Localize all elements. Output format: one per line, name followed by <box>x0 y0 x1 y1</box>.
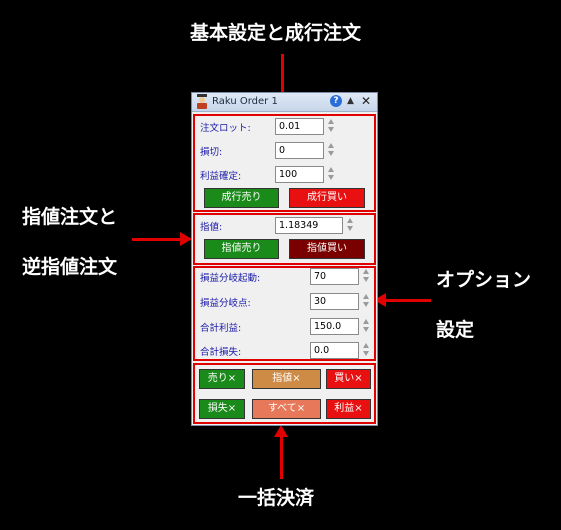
close-sells-button[interactable]: 売り× <box>199 369 245 389</box>
total-profit-input[interactable]: 150.0 <box>310 318 359 335</box>
limit-price-label: 指値: <box>200 222 223 233</box>
market-sell-button[interactable]: 成行売り <box>204 188 279 208</box>
total-loss-label: 合計損失: <box>200 347 242 358</box>
trail-start-input[interactable]: 70 <box>310 268 359 285</box>
lot-spinner[interactable] <box>327 118 336 134</box>
trail-point-spinner[interactable] <box>362 293 371 309</box>
close-limits-button[interactable]: 指値× <box>252 369 321 389</box>
trail-point-input[interactable]: 30 <box>310 293 359 310</box>
stop-loss-label: 損切: <box>200 147 223 158</box>
total-profit-spinner[interactable] <box>362 318 371 334</box>
limit-price-input[interactable]: 1.18349 <box>275 217 343 234</box>
close-buys-button[interactable]: 買い× <box>326 369 371 389</box>
raku-order-window: Raku Order 1 ? ▲ ✕ 注文ロット: 0.01 損切: 0 利益確… <box>191 92 378 426</box>
lot-label: 注文ロット: <box>200 123 251 134</box>
trail-start-spinner[interactable] <box>362 268 371 284</box>
close-losses-button[interactable]: 損失× <box>199 399 245 419</box>
total-loss-spinner[interactable] <box>362 342 371 358</box>
help-icon[interactable]: ? <box>330 95 342 107</box>
stop-loss-input[interactable]: 0 <box>275 142 324 159</box>
annotation-option-2: 設定 <box>436 319 475 341</box>
lot-input[interactable]: 0.01 <box>275 118 324 135</box>
limit-buy-button[interactable]: 指値買い <box>289 239 365 259</box>
take-profit-label: 利益確定: <box>200 171 242 182</box>
close-icon[interactable]: ✕ <box>361 94 371 108</box>
limit-sell-button[interactable]: 指値売り <box>204 239 279 259</box>
trail-point-label: 損益分岐点: <box>200 298 251 309</box>
take-profit-spinner[interactable] <box>327 166 336 182</box>
market-buy-button[interactable]: 成行買い <box>289 188 365 208</box>
arrow-option <box>385 299 431 302</box>
annotation-bulk: 一括決済 <box>238 487 315 509</box>
arrow-limit <box>132 238 182 241</box>
annotation-limit-2: 逆指値注文 <box>22 256 118 278</box>
close-profits-button[interactable]: 利益× <box>326 399 371 419</box>
title-bar[interactable]: Raku Order 1 ? ▲ ✕ <box>192 93 377 112</box>
annotation-option-1: オプション <box>436 269 532 291</box>
minimize-up-icon[interactable]: ▲ <box>347 96 354 106</box>
arrow-bulk-head <box>274 425 288 437</box>
annotation-limit-1: 指値注文と <box>22 206 118 228</box>
trail-start-label: 損益分岐起動: <box>200 273 261 284</box>
window-title: Raku Order 1 <box>212 96 278 107</box>
limit-price-spinner[interactable] <box>346 217 355 233</box>
annotation-basic: 基本設定と成行注文 <box>190 22 362 44</box>
app-icon <box>197 94 207 109</box>
total-loss-input[interactable]: 0.0 <box>310 342 359 359</box>
total-profit-label: 合計利益: <box>200 323 242 334</box>
stop-loss-spinner[interactable] <box>327 142 336 158</box>
take-profit-input[interactable]: 100 <box>275 166 324 183</box>
arrow-bulk <box>280 435 283 479</box>
close-all-button[interactable]: すべて× <box>252 399 321 419</box>
